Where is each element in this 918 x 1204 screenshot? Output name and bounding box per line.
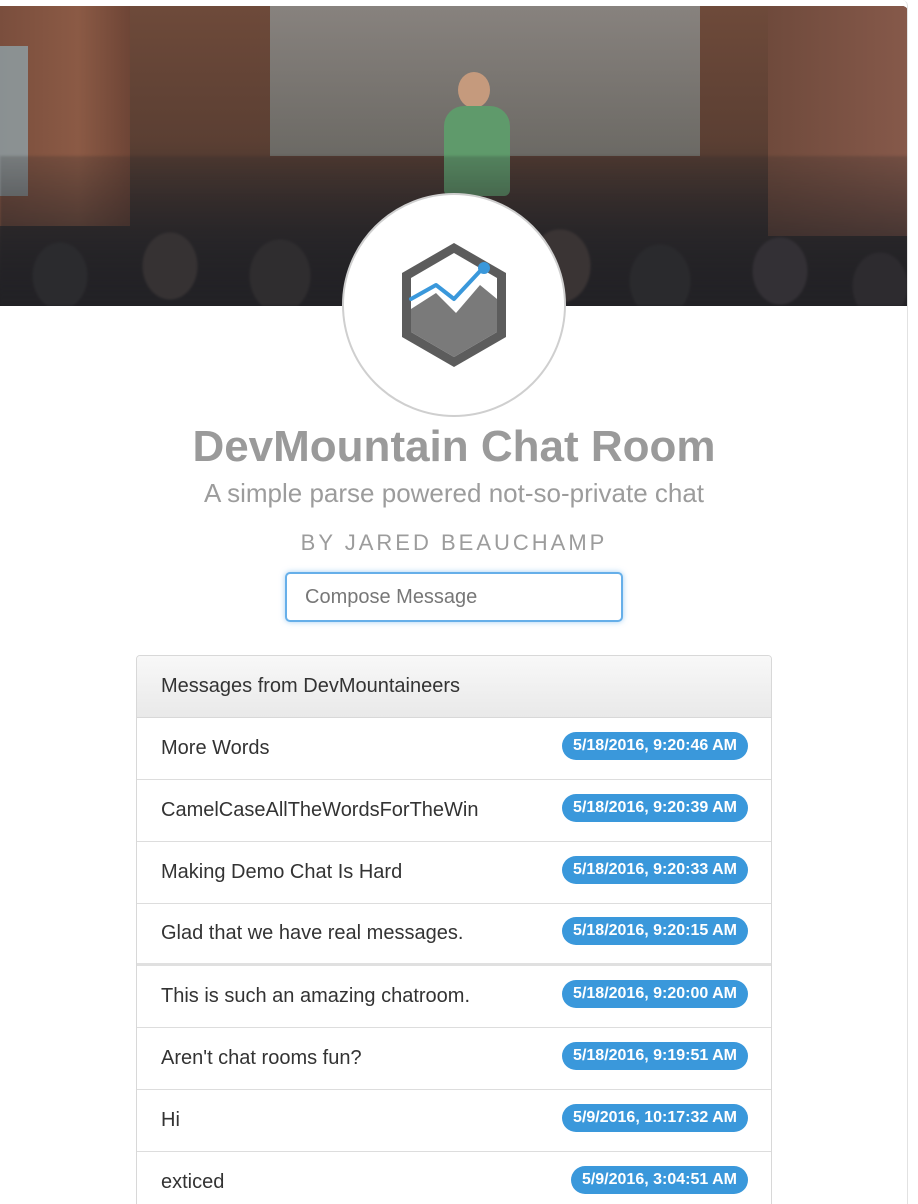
mountain-chart-hexagon-icon [402,243,506,367]
page-subtitle: A simple parse powered not-so-private ch… [203,478,705,508]
message-row: More Words 5/18/2016, 9:20:46 AM [137,718,771,780]
author-byline: BY JARED BEAUCHAMP [300,530,608,555]
message-text: More Words [161,737,270,759]
message-row: CamelCaseAllTheWordsForTheWin 5/18/2016,… [137,780,771,842]
timestamp-badge: 5/18/2016, 9:20:00 AM [562,979,748,1008]
timestamp-badge: 5/18/2016, 9:20:15 AM [562,916,748,945]
message-text: Aren't chat rooms fun? [161,1047,362,1069]
message-text: Hi [161,1109,180,1131]
message-row: Hi 5/9/2016, 10:17:32 AM [137,1090,771,1152]
messages-panel-heading: Messages from DevMountaineers [137,656,771,718]
page-title: DevMountain Chat Room [192,422,716,471]
message-text: CamelCaseAllTheWordsForTheWin [161,799,479,821]
timestamp-badge: 5/18/2016, 9:20:46 AM [562,731,748,760]
logo [342,193,566,417]
message-text: exticed [161,1171,225,1193]
timestamp-badge: 5/18/2016, 9:19:51 AM [562,1041,748,1070]
timestamp-badge: 5/9/2016, 3:04:51 AM [570,1165,748,1194]
message-text: This is such an amazing chatroom. [161,985,471,1007]
messages-panel: Messages from DevMountaineers More Words… [136,655,772,1204]
message-row: Aren't chat rooms fun? 5/18/2016, 9:19:5… [137,1028,771,1090]
message-row: Glad that we have real messages. 5/18/20… [137,904,771,966]
timestamp-badge: 5/18/2016, 9:20:33 AM [562,855,748,884]
timestamp-badge: 5/9/2016, 10:17:32 AM [562,1103,748,1132]
chat-page: DevMountain Chat Room A simple parse pow… [0,0,908,1204]
message-row: This is such an amazing chatroom. 5/18/2… [137,966,771,1028]
timestamp-badge: 5/18/2016, 9:20:39 AM [562,793,748,822]
message-row: Making Demo Chat Is Hard 5/18/2016, 9:20… [137,842,771,904]
message-text: Making Demo Chat Is Hard [161,861,403,883]
message-row: exticed 5/9/2016, 3:04:51 AM [137,1152,771,1204]
message-text: Glad that we have real messages. [161,922,464,944]
compose-message-input[interactable] [285,572,623,622]
